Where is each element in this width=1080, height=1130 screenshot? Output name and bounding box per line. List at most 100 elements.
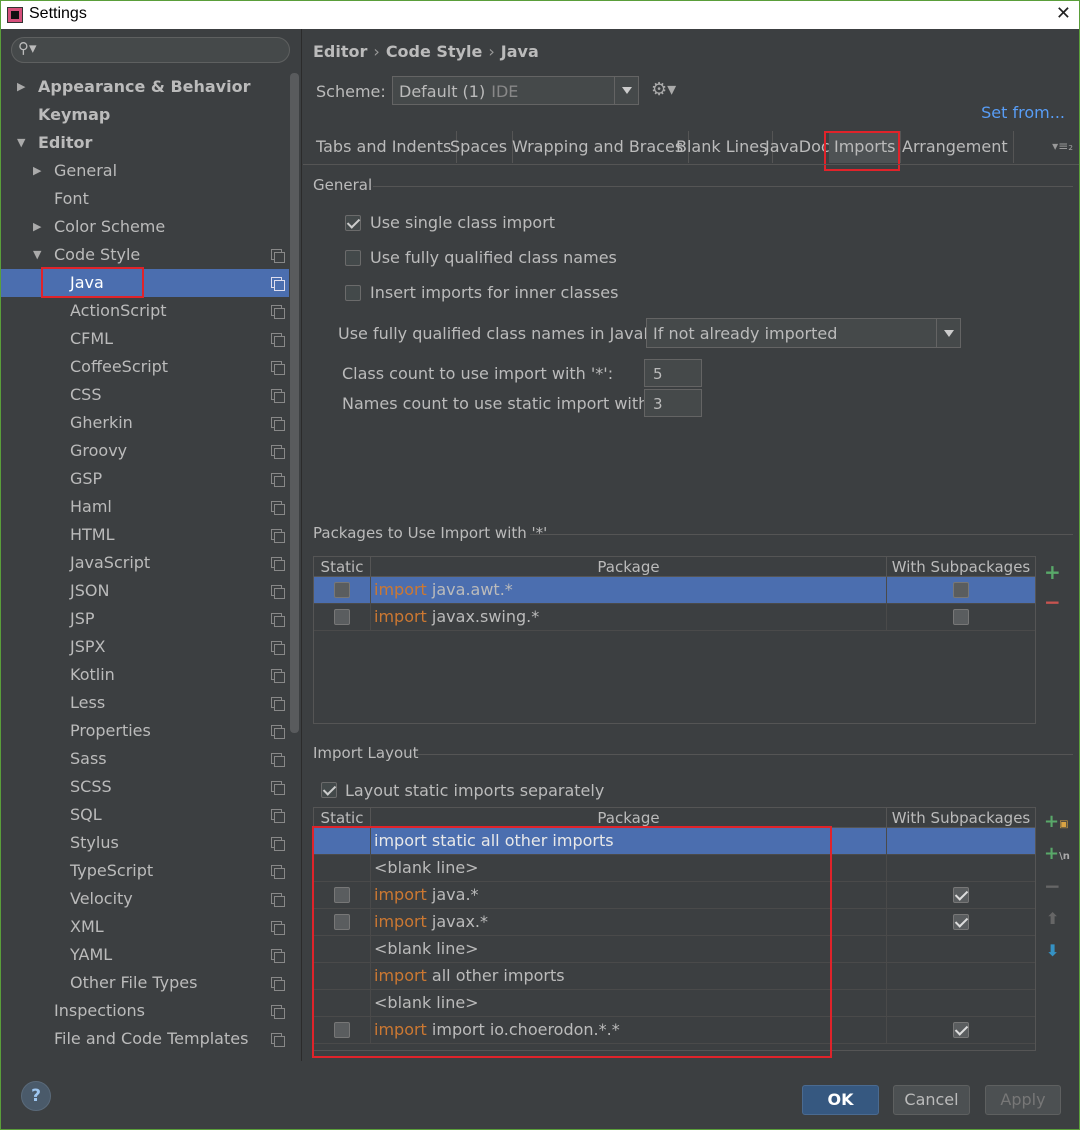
cancel-button[interactable]: Cancel bbox=[893, 1085, 970, 1115]
col-static[interactable]: Static bbox=[314, 557, 371, 577]
use-single-class-import-checkbox[interactable] bbox=[345, 215, 361, 231]
apply-button[interactable]: Apply bbox=[985, 1085, 1061, 1115]
ok-button[interactable]: OK bbox=[802, 1085, 879, 1115]
collapse-arrow-icon[interactable]: ▼ bbox=[17, 129, 25, 157]
add-blank-line-icon[interactable]: +\n bbox=[1044, 844, 1070, 867]
col-with-subpackages[interactable]: With Subpackages bbox=[887, 557, 1035, 577]
subpackages-checkbox[interactable] bbox=[953, 887, 969, 903]
tree-item-editor[interactable]: ▼ Editor bbox=[1, 129, 289, 157]
add-package-icon[interactable]: +▣ bbox=[1044, 812, 1069, 835]
tree-item-other-file-types[interactable]: Other File Types bbox=[1, 969, 289, 997]
layout-static-separately-checkbox[interactable] bbox=[321, 782, 337, 798]
col-package[interactable]: Package bbox=[371, 557, 887, 577]
tree-item-stylus[interactable]: Stylus bbox=[1, 829, 289, 857]
tree-item-label: Color Scheme bbox=[54, 217, 166, 236]
tree-item-sass[interactable]: Sass bbox=[1, 745, 289, 773]
tree-item-less[interactable]: Less bbox=[1, 689, 289, 717]
tab-tabs-and-indents[interactable]: Tabs and Indents bbox=[311, 131, 458, 163]
tree-item-kotlin[interactable]: Kotlin bbox=[1, 661, 289, 689]
copy-settings-icon bbox=[271, 613, 285, 627]
class-count-field[interactable]: 5 bbox=[644, 359, 702, 387]
tree-item-file-code-templates[interactable]: File and Code Templates bbox=[1, 1025, 289, 1053]
tree-item-actionscript[interactable]: ActionScript bbox=[1, 297, 289, 325]
tree-item-xml[interactable]: XML bbox=[1, 913, 289, 941]
tab-spaces[interactable]: Spaces bbox=[445, 131, 514, 163]
sidebar-scrollbar[interactable] bbox=[290, 73, 299, 733]
use-fully-qualified-checkbox[interactable] bbox=[345, 250, 361, 266]
col-package[interactable]: Package bbox=[371, 808, 887, 828]
collapse-arrow-icon[interactable]: ▼ bbox=[33, 241, 41, 269]
copy-settings-icon bbox=[271, 585, 285, 599]
tree-item-properties[interactable]: Properties bbox=[1, 717, 289, 745]
static-checkbox[interactable] bbox=[334, 609, 350, 625]
col-static[interactable]: Static bbox=[314, 808, 371, 828]
tree-item-keymap[interactable]: Keymap bbox=[1, 101, 289, 129]
tree-item-velocity[interactable]: Velocity bbox=[1, 885, 289, 913]
names-count-field[interactable]: 3 bbox=[644, 389, 702, 417]
tree-item-label: Inspections bbox=[54, 1001, 145, 1020]
insert-inner-imports-checkbox[interactable] bbox=[345, 285, 361, 301]
tree-item-jspx[interactable]: JSPX bbox=[1, 633, 289, 661]
tree-item-html[interactable]: HTML bbox=[1, 521, 289, 549]
tree-item-typescript[interactable]: TypeScript bbox=[1, 857, 289, 885]
tree-item-inspections[interactable]: Inspections bbox=[1, 997, 289, 1025]
set-from-link[interactable]: Set from... bbox=[981, 103, 1065, 122]
help-button[interactable]: ? bbox=[21, 1081, 51, 1111]
subpackages-checkbox[interactable] bbox=[953, 914, 969, 930]
expand-arrow-icon[interactable]: ▶ bbox=[17, 73, 25, 101]
tree-item-label: Editor bbox=[38, 133, 93, 152]
tree-item-groovy[interactable]: Groovy bbox=[1, 437, 289, 465]
javadoc-qualified-select[interactable]: If not already imported bbox=[646, 318, 961, 348]
settings-window: Settings ✕ ⚲▾ ▶ Appearance & Behavior Ke… bbox=[0, 0, 1080, 1130]
tree-item-sql[interactable]: SQL bbox=[1, 801, 289, 829]
tree-item-label: Stylus bbox=[70, 833, 119, 852]
tree-item-json[interactable]: JSON bbox=[1, 577, 289, 605]
copy-settings-icon bbox=[271, 669, 285, 683]
tree-item-scss[interactable]: SCSS bbox=[1, 773, 289, 801]
tree-item-general[interactable]: ▶ General bbox=[1, 157, 289, 185]
static-checkbox[interactable] bbox=[334, 582, 350, 598]
move-up-icon[interactable]: ⬆ bbox=[1046, 909, 1059, 929]
subpackages-checkbox[interactable] bbox=[953, 582, 969, 598]
table-row[interactable]: import javax.swing.* bbox=[314, 604, 1035, 631]
scheme-select[interactable]: Default (1) IDE bbox=[392, 76, 639, 105]
tree-item-coffeescript[interactable]: CoffeeScript bbox=[1, 353, 289, 381]
copy-settings-icon bbox=[271, 557, 285, 571]
tab-arrangement[interactable]: Arrangement bbox=[897, 131, 1014, 163]
table-row[interactable]: import java.awt.* bbox=[314, 577, 1035, 604]
tree-item-yaml[interactable]: YAML bbox=[1, 941, 289, 969]
tree-item-code-style[interactable]: ▼ Code Style bbox=[1, 241, 289, 269]
tree-item-jsp[interactable]: JSP bbox=[1, 605, 289, 633]
tree-item-gsp[interactable]: GSP bbox=[1, 465, 289, 493]
tree-item-haml[interactable]: Haml bbox=[1, 493, 289, 521]
tab-blank-lines[interactable]: Blank Lines bbox=[671, 131, 774, 163]
tree-item-font[interactable]: Font bbox=[1, 185, 289, 213]
tree-item-gherkin[interactable]: Gherkin bbox=[1, 409, 289, 437]
add-package-icon[interactable]: + bbox=[1044, 562, 1061, 582]
tree-item-color-scheme[interactable]: ▶ Color Scheme bbox=[1, 213, 289, 241]
col-with-subpackages[interactable]: With Subpackages bbox=[887, 808, 1035, 828]
search-input[interactable]: ⚲▾ bbox=[11, 37, 290, 63]
remove-entry-icon[interactable]: − bbox=[1044, 876, 1061, 896]
tab-wrapping-and-braces[interactable]: Wrapping and Braces bbox=[507, 131, 690, 163]
tree-item-cfml[interactable]: CFML bbox=[1, 325, 289, 353]
expand-arrow-icon[interactable]: ▶ bbox=[33, 213, 41, 241]
subpackages-checkbox[interactable] bbox=[953, 1022, 969, 1038]
gear-icon[interactable]: ⚙▾ bbox=[651, 79, 676, 100]
tree-item-javascript[interactable]: JavaScript bbox=[1, 549, 289, 577]
tree-item-appearance-behavior[interactable]: ▶ Appearance & Behavior bbox=[1, 73, 289, 101]
move-down-icon[interactable]: ⬇ bbox=[1046, 941, 1059, 961]
tabs-overflow-icon[interactable]: ▾≡₂ bbox=[1052, 139, 1073, 153]
expand-arrow-icon[interactable]: ▶ bbox=[33, 157, 41, 185]
remove-package-icon[interactable]: − bbox=[1044, 592, 1061, 612]
chevron-down-icon[interactable] bbox=[614, 77, 638, 104]
scheme-value: Default (1) IDE bbox=[399, 82, 518, 101]
tree-item-label: CSS bbox=[70, 385, 102, 404]
copy-settings-icon bbox=[271, 333, 285, 347]
tree-item-label: SQL bbox=[70, 805, 102, 824]
subpackages-checkbox[interactable] bbox=[953, 609, 969, 625]
tree-item-label: JSON bbox=[70, 581, 110, 600]
chevron-down-icon[interactable] bbox=[936, 319, 960, 347]
close-icon[interactable]: ✕ bbox=[1056, 3, 1071, 24]
tree-item-css[interactable]: CSS bbox=[1, 381, 289, 409]
